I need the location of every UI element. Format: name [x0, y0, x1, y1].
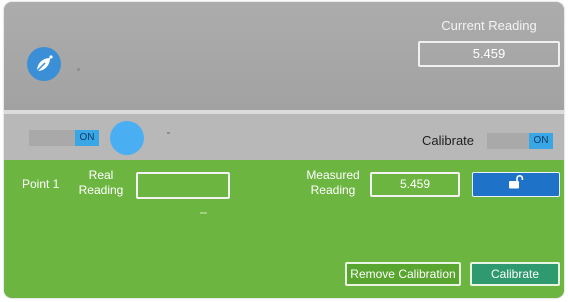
decorative-mark [200, 212, 207, 214]
power-toggle-label: ON [75, 130, 99, 146]
point-label: Point 1 [22, 177, 60, 191]
calibration-section: Point 1 Real Reading Measured Reading 5.… [4, 160, 564, 298]
calibrate-button[interactable]: Calibrate [470, 262, 560, 286]
calibrate-toggle[interactable]: ON [487, 133, 553, 149]
remove-calibration-button[interactable]: Remove Calibration [345, 262, 461, 286]
measured-reading-value: 5.459 [370, 172, 460, 197]
lock-button[interactable] [472, 172, 560, 197]
measured-reading-label: Measured Reading [301, 168, 365, 198]
real-reading-label: Real Reading [76, 168, 126, 198]
real-reading-label-text: Real Reading [78, 168, 124, 197]
real-reading-input[interactable] [136, 172, 230, 199]
leaf-icon [27, 47, 61, 81]
reading-header: Current Reading 5.459 [4, 2, 564, 110]
decorative-mark [167, 132, 170, 134]
decorative-mark [77, 68, 80, 71]
status-indicator[interactable] [110, 121, 144, 155]
control-row: ON Calibrate ON [4, 114, 564, 160]
current-reading-value: 5.459 [418, 41, 560, 67]
calibrate-label: Calibrate [422, 133, 475, 148]
measured-reading-label-text: Measured Reading [306, 168, 360, 197]
sensor-panel: Current Reading 5.459 ON Calibrate ON Po… [4, 2, 564, 298]
current-reading-label: Current Reading [441, 18, 537, 33]
calibrate-toggle-label: ON [529, 133, 553, 149]
unlock-icon [508, 174, 524, 194]
power-toggle[interactable]: ON [29, 130, 99, 146]
